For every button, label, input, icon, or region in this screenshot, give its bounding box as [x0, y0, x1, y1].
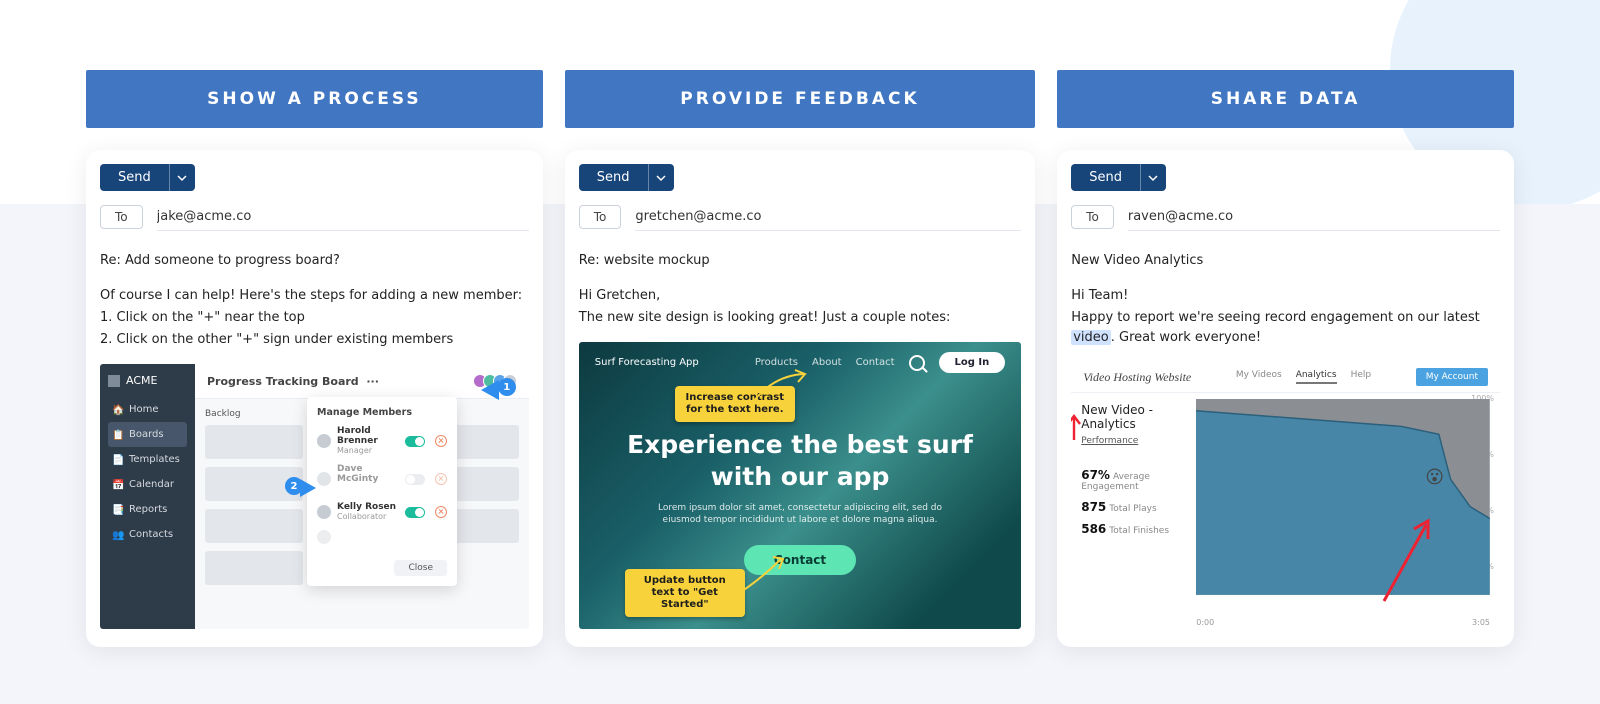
manage-members-popup: Manage Members Harold BrennerManager Dav…: [307, 397, 457, 586]
email-body: Of course I can help! Here's the steps f…: [100, 284, 529, 352]
login-button[interactable]: Log In: [939, 352, 1006, 373]
analytics-screenshot: Video Hosting Website My Videos Analytic…: [1071, 362, 1500, 629]
to-button[interactable]: To: [1071, 205, 1114, 229]
stat-finishes: 586Total Finishes: [1081, 522, 1176, 536]
stat-plays: 875Total Plays: [1081, 500, 1176, 514]
header-data: SHARE DATA: [1057, 70, 1514, 128]
mockup-screenshot: Surf Forecasting App Products About Cont…: [579, 342, 1021, 629]
send-dropdown[interactable]: [169, 164, 195, 191]
to-field[interactable]: [157, 203, 529, 231]
headline: Experience the best surf with our app: [595, 429, 1005, 492]
analytics-title: New Video - Analytics: [1081, 403, 1176, 431]
surf-brand: Surf Forecasting App: [595, 357, 699, 368]
annotation-2: Update button text to "Get Started": [625, 569, 745, 617]
card-process: Send To Re: Add someone to progress boar…: [86, 150, 543, 647]
send-button[interactable]: Send: [1071, 164, 1140, 191]
subtext: Lorem ipsum dolor sit amet, consectetur …: [650, 502, 950, 527]
send-button[interactable]: Send: [100, 164, 169, 191]
send-dropdown[interactable]: [648, 164, 674, 191]
performance-tab[interactable]: Performance: [1081, 436, 1138, 446]
sidebar-item-contacts[interactable]: 👥Contacts: [108, 522, 187, 547]
sidebar-item-boards[interactable]: 📋Boards: [108, 422, 187, 447]
analytics-brand: Video Hosting Website: [1083, 370, 1191, 385]
header-feedback: PROVIDE FEEDBACK: [565, 70, 1035, 128]
to-field[interactable]: [635, 203, 1021, 231]
sidebar-item-templates[interactable]: 📄Templates: [108, 447, 187, 472]
search-icon[interactable]: [909, 355, 925, 371]
card-data: Send To New Video Analytics Hi Team! Hap…: [1057, 150, 1514, 647]
header-process: SHOW A PROCESS: [86, 70, 543, 128]
email-body: Hi Gretchen, The new site design is look…: [579, 284, 1021, 330]
sidebar-item-reports[interactable]: 📑Reports: [108, 497, 187, 522]
sidebar-item-home[interactable]: 🏠Home: [108, 397, 187, 422]
send-button[interactable]: Send: [579, 164, 648, 191]
subject-line: Re: website mockup: [579, 253, 1021, 268]
surprised-emoji-icon: 😮: [1425, 467, 1444, 488]
analytics-nav[interactable]: My Videos Analytics Help: [1236, 370, 1371, 384]
to-button[interactable]: To: [100, 205, 143, 229]
close-button[interactable]: Close: [394, 560, 447, 576]
subject-line: New Video Analytics: [1071, 253, 1500, 268]
to-button[interactable]: To: [579, 205, 622, 229]
subject-line: Re: Add someone to progress board?: [100, 253, 529, 268]
to-field[interactable]: [1128, 203, 1500, 231]
my-account-button[interactable]: My Account: [1416, 368, 1488, 386]
send-dropdown[interactable]: [1140, 164, 1166, 191]
card-feedback: Send To Re: website mockup Hi Gretchen, …: [565, 150, 1035, 647]
kanban-screenshot: ACME 🏠Home 📋Boards 📄Templates 📅Calendar …: [100, 364, 529, 629]
sidebar-item-calendar[interactable]: 📅Calendar: [108, 472, 187, 497]
email-body: Hi Team! Happy to report we're seeing re…: [1071, 284, 1500, 350]
engagement-chart: 100% 75% 50% 25% 😮: [1196, 399, 1490, 623]
stat-engagement: 67%Average Engagement: [1081, 468, 1176, 492]
board-title: Progress Tracking Board ···: [207, 375, 379, 388]
callout-1: 1: [498, 378, 516, 396]
